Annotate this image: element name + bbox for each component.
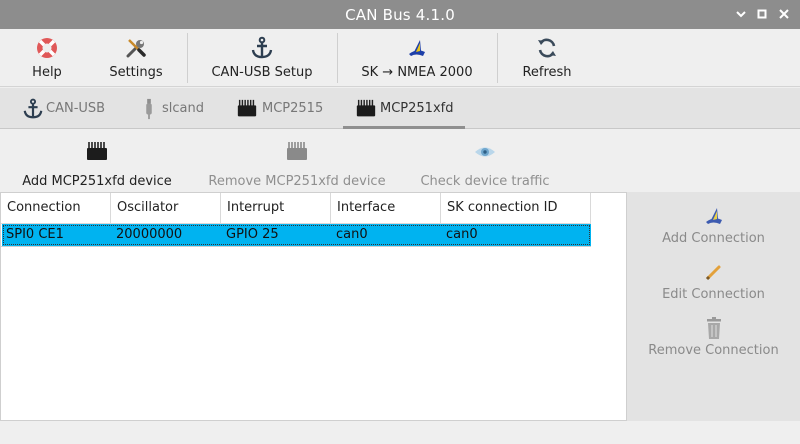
- refresh-button[interactable]: Refresh: [515, 29, 579, 87]
- column-header[interactable]: Oscillator: [111, 193, 221, 223]
- refresh-icon: [538, 38, 556, 58]
- sk-nmea2000-label: SK → NMEA 2000: [361, 65, 473, 80]
- edit-connection-label: Edit Connection: [662, 287, 765, 302]
- table-cell: SPI0 CE1: [6, 227, 64, 242]
- settings-label: Settings: [109, 65, 163, 80]
- table-cell: can0: [446, 227, 478, 242]
- trash-icon: [706, 317, 721, 339]
- toolbar-separator: [497, 33, 498, 83]
- anchor-icon: [23, 98, 43, 119]
- remove-connection-label: Remove Connection: [648, 343, 779, 358]
- add-device-button[interactable]: Add MCP251xfd device: [18, 138, 176, 189]
- help-button[interactable]: Help: [12, 29, 82, 87]
- signalk-icon: [705, 208, 722, 224]
- minimize-icon: [736, 11, 746, 18]
- sk-nmea2000-button[interactable]: SK → NMEA 2000: [355, 29, 479, 87]
- close-button[interactable]: [776, 6, 792, 22]
- help-label: Help: [32, 65, 62, 80]
- main-toolbar: Help Settings CAN-USB Setup SK → NMEA 20…: [0, 29, 800, 87]
- table-header: Connection Oscillator Interrupt Interfac…: [1, 193, 591, 223]
- help-lifebuoy-icon: [37, 38, 57, 58]
- signalk-icon: [409, 40, 425, 56]
- add-connection-label: Add Connection: [662, 231, 765, 246]
- can-usb-setup-label: CAN-USB Setup: [211, 65, 313, 80]
- close-icon: [779, 9, 789, 19]
- check-traffic-label: Check device traffic: [420, 174, 550, 189]
- remove-device-button[interactable]: Remove MCP251xfd device: [202, 138, 392, 189]
- toolbar-separator: [187, 33, 188, 83]
- chip-icon: [356, 99, 376, 117]
- tab-mcp2515[interactable]: MCP2515: [230, 88, 330, 129]
- chip-icon: [287, 142, 307, 160]
- tab-label: CAN-USB: [46, 101, 106, 116]
- window-title: CAN Bus 4.1.0: [345, 6, 455, 24]
- tab-can-usb[interactable]: CAN-USB: [18, 88, 118, 129]
- tab-label: MCP251xfd: [380, 101, 454, 116]
- table-cell: can0: [336, 227, 368, 242]
- settings-button[interactable]: Settings: [100, 29, 172, 87]
- connection-panel: Add Connection Edit Connection Remove Co…: [627, 192, 800, 421]
- table-cell: 20000000: [116, 227, 183, 242]
- edit-connection-button[interactable]: Edit Connection: [627, 260, 800, 310]
- column-header[interactable]: Connection: [1, 193, 111, 223]
- wrench-screwdriver-icon: [126, 39, 146, 58]
- check-traffic-button[interactable]: Check device traffic: [416, 138, 554, 189]
- tab-slcand[interactable]: slcand: [134, 88, 216, 129]
- maximize-button[interactable]: [754, 6, 770, 22]
- pencil-icon: [705, 265, 720, 281]
- column-header[interactable]: SK connection ID: [441, 193, 591, 223]
- refresh-label: Refresh: [522, 65, 572, 80]
- devices-table[interactable]: Connection Oscillator Interrupt Interfac…: [0, 192, 627, 421]
- column-header[interactable]: Interface: [331, 193, 441, 223]
- column-header[interactable]: Interrupt: [221, 193, 331, 223]
- add-device-label: Add MCP251xfd device: [22, 174, 172, 189]
- table-row[interactable]: SPI0 CE1 20000000 GPIO 25 can0 can0: [2, 224, 591, 246]
- title-bar: CAN Bus 4.1.0: [0, 0, 800, 29]
- toolbar-separator: [337, 33, 338, 83]
- eye-icon: [475, 147, 495, 157]
- tab-mcp251xfd[interactable]: MCP251xfd: [343, 88, 465, 129]
- maximize-icon: [757, 9, 767, 19]
- usb-stick-icon: [146, 98, 152, 120]
- can-usb-setup-button[interactable]: CAN-USB Setup: [205, 29, 319, 87]
- minimize-button[interactable]: [733, 6, 749, 22]
- mcp251xfd-panel: Add MCP251xfd device Remove MCP251xfd de…: [0, 130, 800, 444]
- tab-label: MCP2515: [262, 101, 324, 116]
- anchor-icon: [251, 36, 273, 59]
- active-tab-indicator: [343, 126, 465, 129]
- chip-icon: [237, 99, 257, 117]
- tab-bar: CAN-USB slcand MCP2515 MCP251xfd: [0, 88, 800, 129]
- remove-connection-button[interactable]: Remove Connection: [627, 316, 800, 366]
- add-connection-button[interactable]: Add Connection: [627, 204, 800, 254]
- status-bar: [0, 422, 800, 444]
- row-divider: [1, 246, 591, 247]
- remove-device-label: Remove MCP251xfd device: [208, 174, 386, 189]
- chip-icon: [87, 142, 107, 160]
- tab-label: slcand: [162, 101, 204, 116]
- table-cell: GPIO 25: [226, 227, 279, 242]
